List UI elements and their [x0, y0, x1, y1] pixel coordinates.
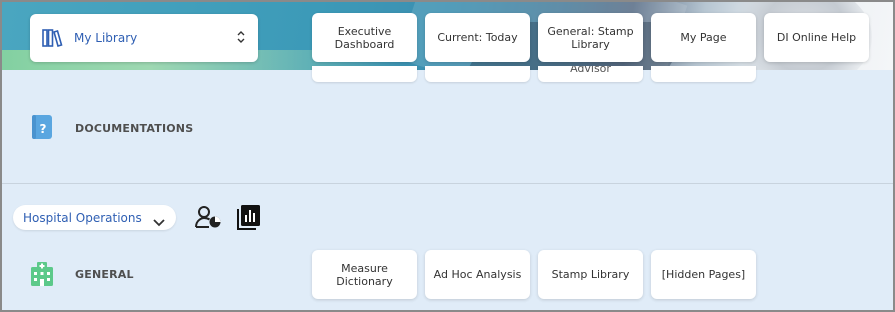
tile-current-today[interactable]: Current: Today — [425, 13, 530, 62]
department-select[interactable]: Hospital Operations — [13, 205, 176, 230]
user-chart-icon[interactable] — [194, 205, 222, 233]
tile-measure-dictionary[interactable]: Measure Dictionary — [312, 250, 417, 299]
chevron-down-icon — [152, 213, 166, 226]
hospital-building-icon — [30, 261, 54, 287]
library-books-icon — [42, 27, 66, 49]
tile-hidden-pages[interactable]: [Hidden Pages] — [651, 250, 756, 299]
tile-ad-hoc-analysis[interactable]: Ad Hoc Analysis — [425, 250, 530, 299]
report-book-icon[interactable] — [236, 204, 262, 234]
section-divider — [2, 183, 893, 184]
tile-di-online-help[interactable]: DI Online Help — [764, 13, 869, 62]
tile-executive-dashboard[interactable]: Executive Dashboard — [312, 13, 417, 62]
tile-partial[interactable] — [651, 66, 756, 82]
tile-my-page[interactable]: My Page — [651, 13, 756, 62]
svg-text:?: ? — [40, 122, 47, 136]
help-book-icon: ? — [30, 114, 54, 140]
tile-partial[interactable] — [425, 66, 530, 82]
department-select-label: Hospital Operations — [23, 210, 142, 225]
tile-stamp-library[interactable]: Stamp Library — [538, 250, 643, 299]
app-frame: Advisor My Library Executive Dashboard C… — [0, 0, 895, 312]
library-select-label: My Library — [74, 31, 138, 45]
section-title-documentations: DOCUMENTATIONS — [75, 122, 194, 135]
tile-general-stamp-library[interactable]: General: Stamp Library — [538, 13, 643, 62]
library-select[interactable]: My Library — [30, 14, 258, 62]
section-title-general: GENERAL — [75, 268, 134, 281]
tile-partial-advisor[interactable]: Advisor — [538, 66, 643, 82]
tile-partial[interactable] — [312, 66, 417, 82]
up-down-chevron-icon — [236, 30, 246, 46]
